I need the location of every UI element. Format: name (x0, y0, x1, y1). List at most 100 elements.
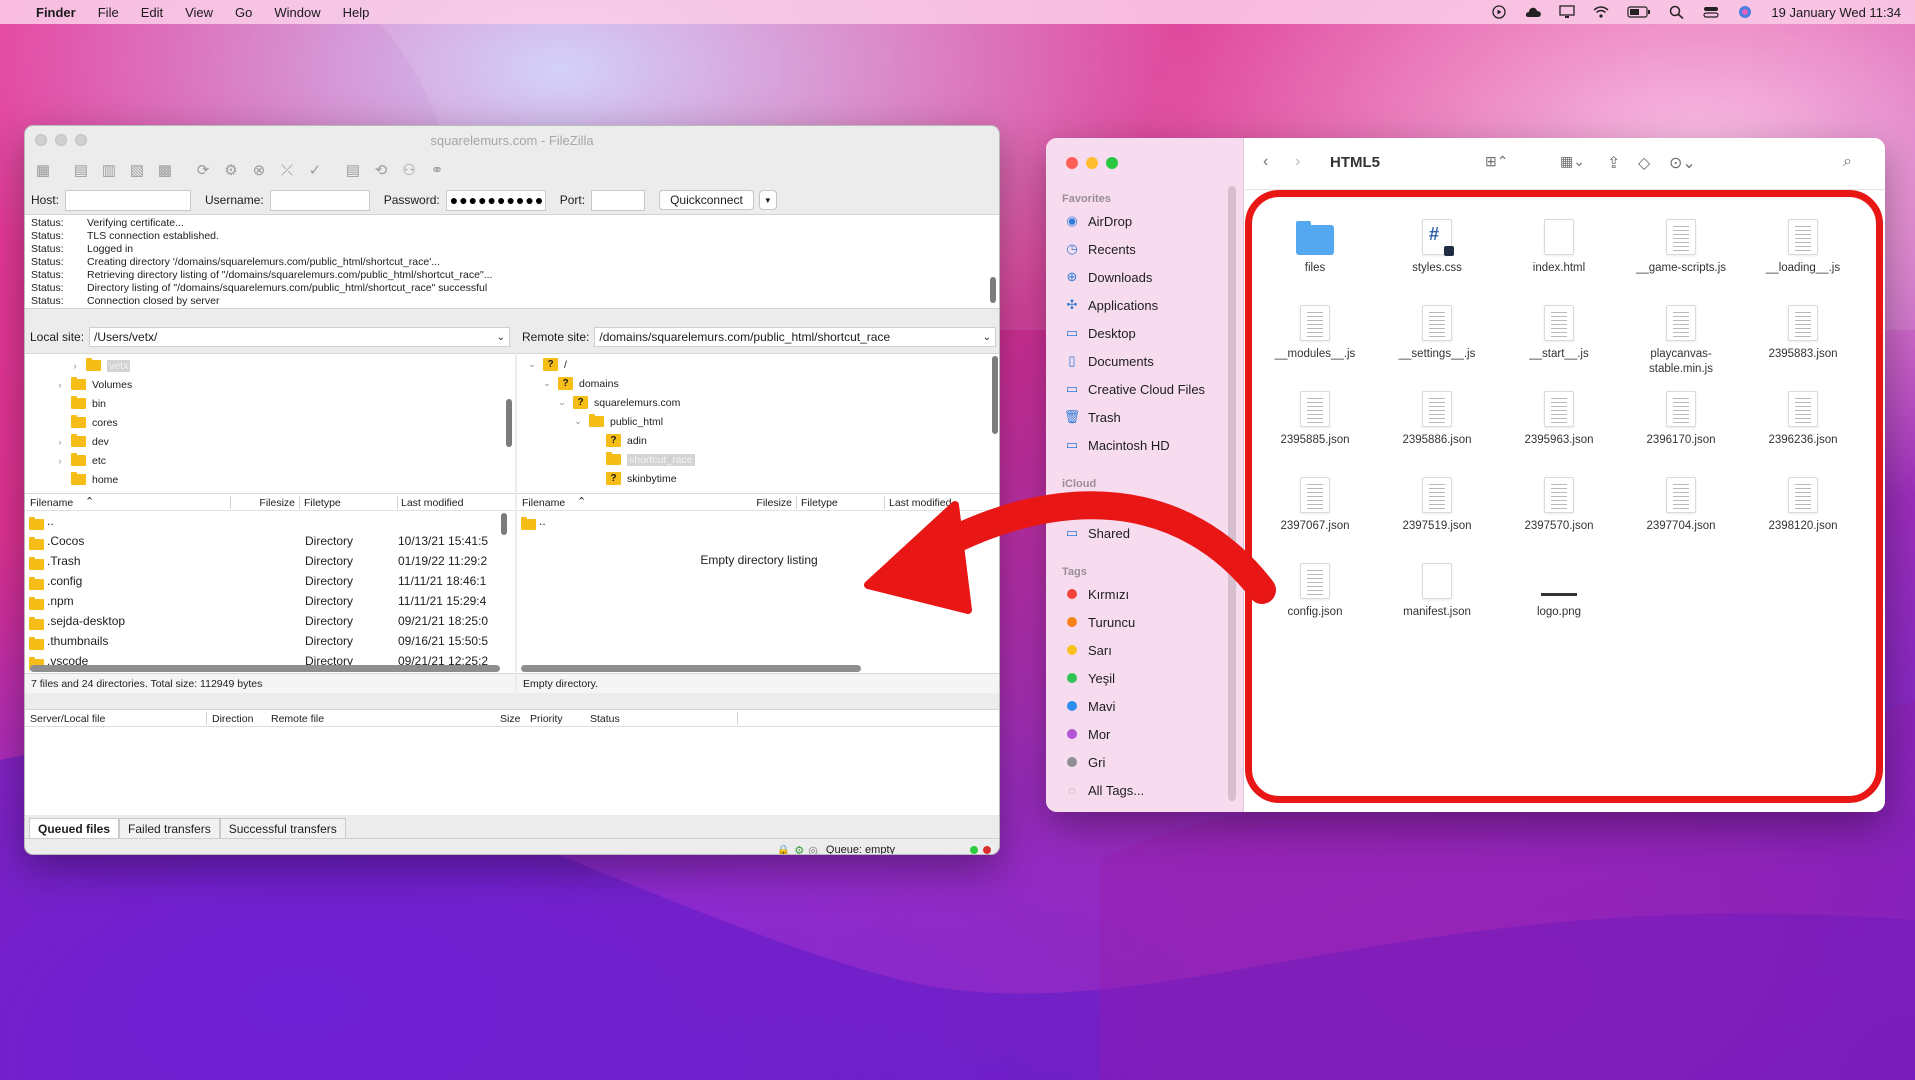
sidebar-item-tag[interactable]: Sarı (1064, 639, 1112, 661)
tag-icon[interactable]: ◇ (1638, 153, 1650, 173)
file-item[interactable]: 2397570.json (1499, 477, 1619, 534)
local-path-input[interactable]: /Users/vetx/ ⌄ (89, 327, 510, 347)
sidebar-scrollbar[interactable] (1228, 186, 1236, 801)
file-item[interactable]: 2395883.json (1743, 305, 1863, 362)
file-item[interactable]: 2396170.json (1621, 391, 1741, 448)
password-input[interactable] (445, 189, 546, 211)
tree-node-bin[interactable]: bin (55, 395, 106, 412)
file-item[interactable]: # styles.css (1377, 219, 1497, 276)
sidebar-item-tag[interactable]: Gri (1064, 751, 1105, 773)
quickconnect-dropdown[interactable]: ▼ (758, 190, 777, 210)
queue-list[interactable] (25, 727, 999, 815)
zoom-button[interactable] (75, 134, 87, 146)
refresh-icon[interactable]: ⟳ (191, 159, 215, 181)
play-icon[interactable] (1491, 5, 1507, 19)
wifi-icon[interactable] (1593, 5, 1609, 19)
menubar-clock[interactable]: 19 January Wed 11:34 (1771, 5, 1901, 20)
speed-limit-icon[interactable]: ◎ (808, 844, 818, 855)
minimize-button[interactable] (1086, 157, 1098, 169)
col-filename[interactable]: Filename (30, 497, 73, 509)
chevron-down-icon[interactable]: ⌄ (573, 416, 583, 427)
log-scrollbar[interactable] (990, 277, 996, 303)
tree-node-vetx[interactable]: › vetx (70, 357, 131, 374)
col-filesize[interactable]: Filesize (235, 497, 295, 509)
menu-view[interactable]: View (185, 5, 213, 20)
table-row[interactable]: .npm Directory 11/11/21 15:29:4 (25, 591, 515, 611)
minimize-button[interactable] (55, 134, 67, 146)
siri-icon[interactable] (1737, 5, 1753, 19)
chevron-right-icon[interactable]: › (55, 380, 65, 390)
tree-node-home[interactable]: home (55, 471, 118, 488)
sidebar-item-desktop[interactable]: ▭ Desktop (1064, 322, 1136, 344)
username-input[interactable] (269, 189, 370, 211)
sidebar-item-macintosh-hd[interactable]: ▭ Macintosh HD (1064, 434, 1170, 456)
col-direction[interactable]: Direction (212, 713, 253, 725)
menu-go[interactable]: Go (235, 5, 252, 20)
more-icon[interactable]: ⊙⌄ (1669, 153, 1696, 173)
search-icon[interactable] (1669, 5, 1685, 20)
sync-browse-icon[interactable]: ⟲ (369, 159, 393, 181)
menu-edit[interactable]: Edit (141, 5, 163, 20)
file-item[interactable]: __settings__.js (1377, 305, 1497, 362)
menu-file[interactable]: File (98, 5, 119, 20)
menu-app-name[interactable]: Finder (36, 5, 76, 20)
remote-path-input[interactable]: /domains/squarelemurs.com/public_html/sh… (594, 327, 996, 347)
toggle-log-icon[interactable]: ▤ (69, 159, 93, 181)
back-icon[interactable]: ‹ (1263, 153, 1268, 171)
port-input[interactable] (591, 189, 646, 211)
compare-icon[interactable]: ⚇ (397, 159, 421, 181)
sidebar-item-recents[interactable]: ◷ Recents (1064, 238, 1135, 260)
tree-node-skinbytime[interactable]: ? skinbytime (590, 470, 677, 487)
file-item[interactable]: 2397067.json (1255, 477, 1375, 534)
col-filesize[interactable]: Filesize (732, 497, 792, 509)
tab-queued-files[interactable]: Queued files (29, 818, 120, 838)
close-button[interactable] (35, 134, 47, 146)
tree-node-dev[interactable]: › dev (55, 433, 109, 450)
local-list-hscrollbar[interactable] (30, 665, 500, 672)
sidebar-item-downloads[interactable]: ⊕ Downloads (1064, 266, 1153, 288)
table-row[interactable]: .config Directory 11/11/21 18:46:1 (25, 571, 515, 591)
file-item[interactable]: manifest.json (1377, 563, 1497, 620)
menu-help[interactable]: Help (343, 5, 370, 20)
file-item[interactable]: 2398120.json (1743, 477, 1863, 534)
file-item[interactable]: 2395963.json (1499, 391, 1619, 448)
tree-node-shortcut-race[interactable]: shortcut_race (590, 451, 695, 468)
battery-icon[interactable] (1627, 5, 1651, 19)
tab-failed-transfers[interactable]: Failed transfers (119, 818, 220, 838)
host-input[interactable] (65, 189, 192, 211)
sidebar-item-tag[interactable]: Kırmızı (1064, 583, 1129, 605)
file-item[interactable]: 2397704.json (1621, 477, 1741, 534)
local-tree-scrollbar[interactable] (506, 399, 512, 447)
process-queue-icon[interactable]: ⚙ (219, 159, 243, 181)
sidebar-item-trash[interactable]: 🗑 Trash (1064, 406, 1121, 428)
sidebar-item-creative-cloud[interactable]: ▭ Creative Cloud Files (1064, 378, 1205, 400)
cloud-icon[interactable] (1525, 5, 1542, 19)
col-priority[interactable]: Priority (530, 713, 563, 725)
table-row[interactable]: .Trash Directory 01/19/22 11:29:2 (25, 551, 515, 571)
sidebar-item-applications[interactable]: ✣ Applications (1064, 294, 1159, 316)
file-item[interactable]: 2397519.json (1377, 477, 1497, 534)
sidebar-item-tag[interactable]: Mavi (1064, 695, 1115, 717)
forward-icon[interactable]: › (1295, 153, 1300, 171)
tree-node-etc[interactable]: › etc (55, 452, 106, 469)
local-list-vscrollbar[interactable] (501, 513, 507, 535)
sidebar-item-documents[interactable]: ▯ Documents (1064, 350, 1153, 372)
sidebar-item-shared[interactable]: ▭ Shared (1064, 522, 1130, 544)
tree-node-volumes[interactable]: › Volumes (55, 376, 132, 393)
sidebar-item-airdrop[interactable]: ◉ AirDrop (1064, 210, 1132, 232)
tree-node-squarelemurs[interactable]: ⌄? squarelemurs.com (557, 394, 680, 411)
find-files-icon[interactable]: ⚭ (425, 159, 449, 181)
file-item[interactable]: 2395886.json (1377, 391, 1497, 448)
table-row[interactable]: .Cocos Directory 10/13/21 15:41:5 (25, 531, 515, 551)
site-manager-icon[interactable]: ▦ (31, 159, 55, 181)
sidebar-item-tag[interactable]: Mor (1064, 723, 1110, 745)
toggle-remote-tree-icon[interactable]: ▧ (125, 159, 149, 181)
chevron-right-icon[interactable]: › (55, 437, 65, 447)
disconnect-icon[interactable]: ⤫ (275, 159, 299, 181)
tree-node-adin[interactable]: ? adin (590, 432, 647, 449)
display-icon[interactable] (1559, 5, 1576, 19)
file-item[interactable]: __game-scripts.js (1621, 219, 1741, 276)
col-last-modified[interactable]: Last modified (401, 497, 463, 509)
tree-node-public-html[interactable]: ⌄ public_html (573, 413, 663, 430)
search-icon[interactable]: ⌕ (1843, 153, 1852, 171)
